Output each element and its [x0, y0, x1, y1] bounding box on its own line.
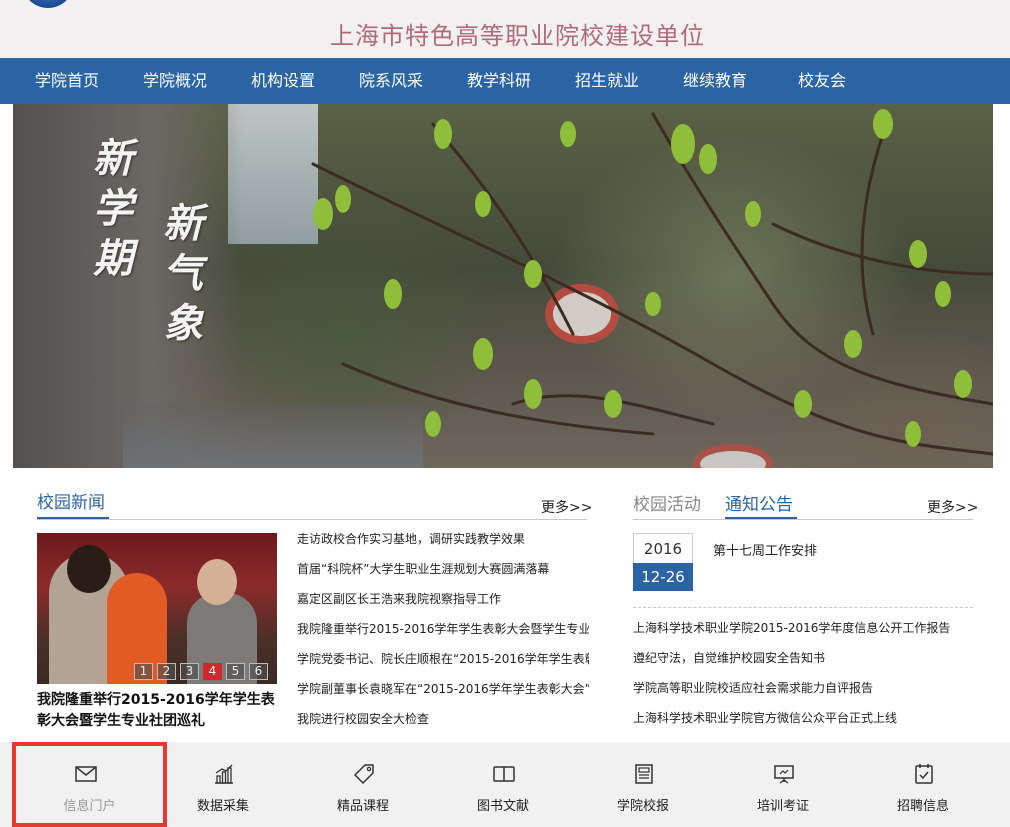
- quicklink-label: 信息门户: [63, 799, 116, 814]
- quicklink-label: 图书文献: [476, 799, 529, 814]
- presentation-icon: [774, 765, 794, 784]
- hero-banner[interactable]: 新学期 新气象: [13, 104, 993, 468]
- quicklink-college-newspaper[interactable]: 学院校报: [573, 742, 713, 827]
- news-featured-caption[interactable]: 我院隆重举行2015-2016学年学生表彰大会暨学生专业社团巡礼: [37, 690, 282, 732]
- nav-item-organization[interactable]: 机构设置: [251, 58, 315, 104]
- college-logo[interactable]: [22, 0, 74, 8]
- notices-more-link[interactable]: 更多>>: [927, 497, 978, 517]
- tag-icon: [354, 764, 374, 784]
- nav-item-research[interactable]: 教学科研: [467, 58, 531, 104]
- notices-divider: [633, 607, 973, 608]
- news-list-item[interactable]: 我院隆重举行2015-2016学年学生表彰大会暨学生专业社团巡礼: [297, 619, 589, 649]
- news-list-item[interactable]: 嘉定区副区长王浩来我院视察指导工作: [297, 589, 589, 619]
- photo-person-left-head: [67, 545, 111, 593]
- envelope-icon: [75, 766, 97, 782]
- nav-item-continuing-education[interactable]: 继续教育: [683, 58, 747, 104]
- quicklink-label: 培训考证: [756, 799, 809, 814]
- site-subtitle: 上海市特色高等职业院校建设单位: [330, 22, 705, 50]
- quicklink-recruitment[interactable]: 招聘信息: [853, 742, 993, 827]
- quicklink-label: 数据采集: [196, 799, 249, 814]
- news-header-rule: [37, 519, 587, 520]
- news-slideshow-pager: 1 2 3 4 5 6: [134, 663, 268, 680]
- news-list-item[interactable]: 学院党委书记、院长庄顺根在“2015-2016学年学生表彰大会”上的讲话: [297, 649, 589, 679]
- quicklink-label: 精品课程: [336, 799, 389, 814]
- newspaper-icon: [635, 764, 653, 784]
- nav-item-departments[interactable]: 院系风采: [359, 58, 423, 104]
- pager-page-4[interactable]: 4: [203, 663, 222, 680]
- quicklink-training-certification[interactable]: 培训考证: [713, 742, 853, 827]
- bar-chart-icon: [215, 764, 233, 784]
- news-list-item[interactable]: 走访政校合作实习基地，调研实践教学效果: [297, 529, 589, 559]
- news-list-item[interactable]: 我院进行校园安全大检查: [297, 709, 589, 739]
- news-featured-photo[interactable]: [37, 533, 277, 684]
- news-more-link[interactable]: 更多>>: [541, 497, 592, 517]
- banner-slogan-new-semester: 新学期: [93, 135, 133, 282]
- pager-page-3[interactable]: 3: [180, 663, 199, 680]
- featured-notice-date: 2016 12-26: [633, 533, 693, 591]
- quick-links-bar: 信息门户 数据采集 精品课程 图书文献 学院校报 培训考证 招聘信息: [0, 742, 1010, 827]
- news-list-item[interactable]: 学院副董事长袁晓军在“2015-2016学年学生表彰大会”上的讲话: [297, 679, 589, 709]
- pager-page-2[interactable]: 2: [157, 663, 176, 680]
- banner-branches-illustration: [311, 109, 993, 456]
- nav-item-overview[interactable]: 学院概况: [143, 58, 207, 104]
- nav-item-home[interactable]: 学院首页: [35, 58, 99, 104]
- main-nav: 学院首页 学院概况 机构设置 院系风采 教学科研 招生就业 继续教育 校友会: [0, 58, 1010, 104]
- site-header: 上海市特色高等职业院校建设单位: [0, 0, 1010, 58]
- pager-page-5[interactable]: 5: [226, 663, 245, 680]
- quicklink-info-portal[interactable]: 信息门户: [12, 742, 167, 827]
- notice-list-item[interactable]: 上海科学技术职业学院2015-2016学年度信息公开工作报告: [633, 619, 973, 649]
- quicklink-data-collection[interactable]: 数据采集: [153, 742, 293, 827]
- photo-person-right-head: [197, 559, 237, 605]
- pager-page-1[interactable]: 1: [134, 663, 153, 680]
- notice-list: 上海科学技术职业学院2015-2016学年度信息公开工作报告 遵纪守法，自觉维护…: [633, 619, 973, 739]
- news-list-item[interactable]: 首届“科院杯”大学生职业生涯规划大赛圆满落幕: [297, 559, 589, 589]
- notices-header-rule: [633, 519, 973, 520]
- pager-page-6[interactable]: 6: [249, 663, 268, 680]
- featured-notice-month-day: 12-26: [633, 563, 693, 591]
- quicklink-label: 学院校报: [616, 799, 669, 814]
- featured-notice-title[interactable]: 第十七周工作安排: [713, 540, 817, 559]
- notice-list-item[interactable]: 上海科学技术职业学院官方微信公众平台正式上线: [633, 709, 973, 739]
- quicklink-quality-courses[interactable]: 精品课程: [293, 742, 433, 827]
- featured-notice-year: 2016: [633, 533, 693, 563]
- banner-slogan-new-outlook: 新气象: [163, 200, 203, 347]
- notice-list-item[interactable]: 遵纪守法，自觉维护校园安全告知书: [633, 649, 973, 679]
- quicklink-library[interactable]: 图书文献: [433, 742, 573, 827]
- book-icon: [493, 766, 515, 782]
- notice-list-item[interactable]: 学院高等职业院校适应社会需求能力自评报告: [633, 679, 973, 709]
- quicklink-label: 招聘信息: [896, 799, 949, 814]
- tab-notices[interactable]: 通知公告: [725, 490, 793, 515]
- news-list: 走访政校合作实习基地，调研实践教学效果 首届“科院杯”大学生职业生涯规划大赛圆满…: [297, 529, 589, 739]
- nav-item-admissions[interactable]: 招生就业: [575, 58, 639, 104]
- tab-campus-activities[interactable]: 校园活动: [633, 490, 701, 515]
- news-section-title[interactable]: 校园新闻: [37, 488, 105, 513]
- clipboard-icon: [915, 764, 933, 784]
- nav-item-alumni[interactable]: 校友会: [798, 58, 846, 104]
